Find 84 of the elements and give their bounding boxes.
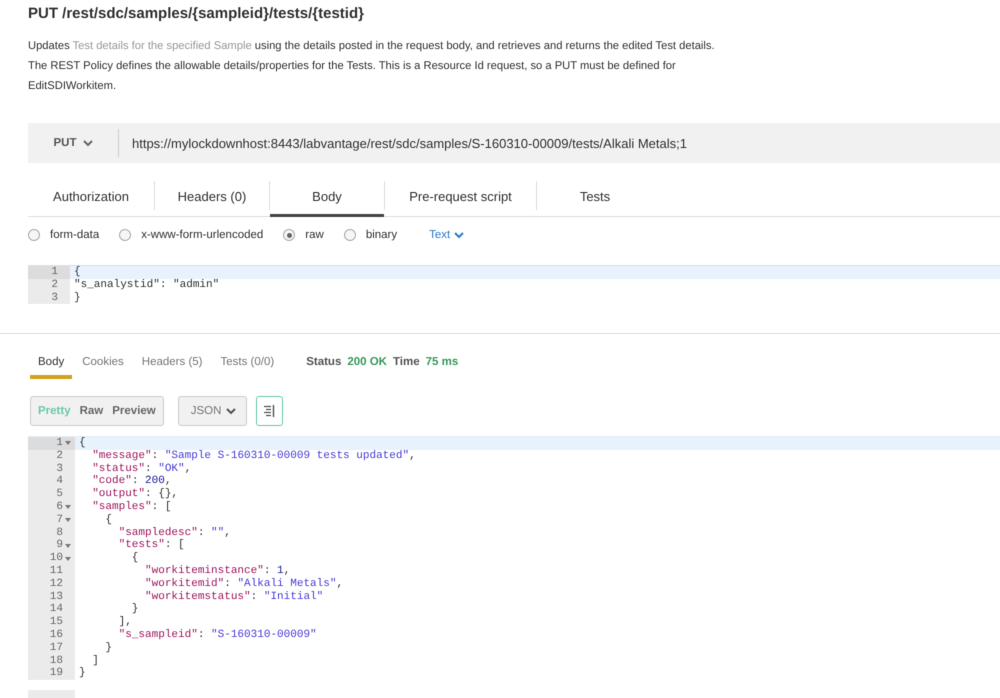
request-tab[interactable]: Tests [537, 178, 653, 217]
view-tab[interactable]: Raw [80, 405, 104, 417]
code-line: "tests": [ [118, 539, 185, 552]
code-line: { [104, 514, 112, 527]
request-tab[interactable]: Authorization [28, 178, 154, 217]
code-line: } [130, 603, 138, 616]
code-line: "s_sampleid": "S-160310-00009" [118, 628, 317, 642]
response-tab[interactable]: Body [30, 349, 72, 379]
line-number: 13 [50, 590, 63, 604]
line-number: 5 [56, 488, 63, 501]
request-tab[interactable]: Headers (0) [155, 178, 269, 217]
line-number: 17 [50, 642, 63, 655]
response-tab[interactable]: Cookies [74, 349, 132, 379]
code-line: "s_analystid": "admin" [73, 278, 220, 292]
status-value: 200 OK [347, 356, 387, 368]
line-number: 10 [50, 552, 63, 565]
chevron-down-icon [454, 232, 464, 238]
fold-arrow-icon[interactable] [65, 505, 71, 510]
line-number: 3 [56, 462, 63, 476]
format-dropdown[interactable]: Text [429, 229, 464, 241]
code-line: } [73, 292, 81, 304]
line-number: 12 [50, 578, 63, 591]
code-line: "sampledesc": "", [118, 526, 231, 539]
code-line: "code": 200, [91, 475, 172, 488]
line-number: 9 [56, 539, 63, 552]
radio-button[interactable] [119, 229, 132, 241]
page-title: PUT /rest/sdc/samples/{sampleid}/tests/{testid} [28, 5, 365, 23]
time-value: 75 ms [426, 356, 458, 368]
code-line: "workitemid": "Alkali Metals", [144, 578, 344, 591]
code-line: ] [91, 654, 99, 668]
line-number: 4 [56, 475, 63, 488]
line-number: 14 [50, 603, 63, 616]
line-number: 11 [50, 564, 63, 578]
method-dropdown[interactable]: PUT [28, 123, 118, 163]
fold-arrow-icon[interactable] [65, 441, 71, 446]
line-number: 8 [56, 526, 63, 540]
request-tab[interactable]: Pre-request script [385, 178, 536, 217]
radio-label: x-www-form-urlencoded [141, 229, 264, 241]
code-line: } [78, 667, 86, 680]
line-number: 2 [56, 450, 63, 463]
code-line: { [73, 266, 81, 279]
link[interactable]: Test details for the specified Sample [72, 40, 252, 52]
radio-label: form-data [50, 229, 100, 241]
line-number: 16 [50, 628, 63, 642]
description-text: Updates Test details for the specified Sample using the details posted in the request body, and retrieves and returns the edited Test details. The REST Policy defines the allowable details/properties for the Tests. This is a Resource Id request, so a PUT must be defined for EditSDIWorkitem. [28, 39, 716, 94]
line-number: 3 [51, 292, 58, 304]
code-line: } [104, 642, 112, 655]
fold-arrow-icon[interactable] [65, 544, 71, 548]
line-number: 6 [56, 500, 63, 514]
response-tab[interactable]: Tests (0/0) [212, 349, 282, 379]
format-dropdown[interactable]: JSON [178, 396, 248, 426]
radio-button[interactable] [283, 229, 296, 241]
radio-button[interactable] [28, 229, 40, 241]
request-tab[interactable]: Body [270, 178, 384, 217]
code-line: "workitemstatus": "Initial" [144, 590, 324, 604]
code-line: "message": "Sample S-160310-00009 tests updated", [91, 450, 416, 463]
code-line: "status": "OK", [91, 462, 192, 475]
status-label: Status [306, 356, 342, 368]
line-number: 15 [50, 616, 63, 629]
radio-button[interactable] [344, 229, 356, 241]
view-tab[interactable]: Preview [112, 405, 156, 417]
code-line: "samples": [ [91, 500, 172, 514]
radio-label: binary [366, 229, 398, 241]
line-number: 2 [51, 278, 58, 292]
code-line: { [130, 552, 138, 565]
code-line: ], [118, 616, 132, 629]
line-number: 19 [50, 667, 63, 680]
wrap-lines-button[interactable] [256, 396, 284, 426]
line-number: 7 [56, 514, 63, 527]
line-number: 1 [56, 437, 63, 450]
line-number: 1 [51, 266, 58, 279]
radio-label: raw [305, 229, 324, 241]
code-line: { [78, 437, 86, 450]
code-line: "workiteminstance": 1, [144, 564, 290, 578]
chevron-down-icon [226, 408, 236, 414]
response-tab[interactable]: Headers (5) [134, 349, 210, 379]
fold-arrow-icon[interactable] [65, 518, 71, 522]
code-line: "output": {}, [91, 488, 178, 501]
chevron-down-icon [82, 140, 92, 146]
wrap-lines-icon [264, 405, 276, 417]
line-number: 18 [50, 654, 63, 668]
fold-arrow-icon[interactable] [65, 556, 71, 561]
url-field[interactable]: https://mylockdownhost:8443/labvantage/rest/sdc/samples/S-160310-00009/tests/Alkali Metals;1 [119, 136, 687, 150]
time-label: Time [392, 356, 420, 368]
